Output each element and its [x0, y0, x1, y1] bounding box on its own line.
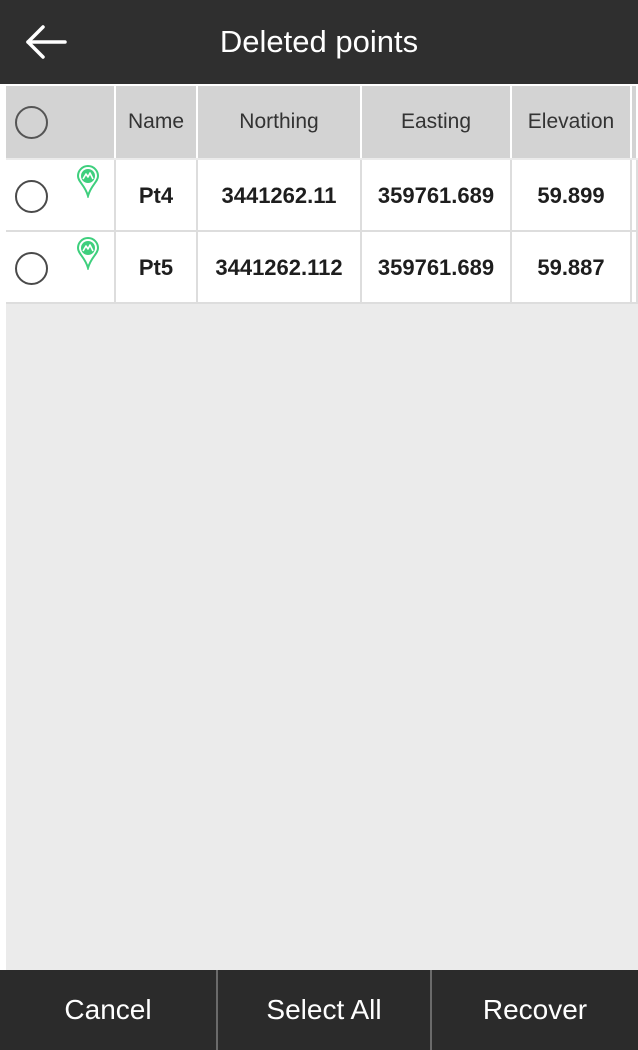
cell-overflow — [632, 232, 638, 304]
table-header-row: Name Northing Easting Elevation — [6, 86, 638, 158]
back-button[interactable] — [0, 0, 92, 84]
row-divider — [6, 302, 638, 304]
column-header-overflow — [632, 86, 638, 158]
cell-elevation: 59.887 — [512, 232, 632, 304]
row-select-radio[interactable] — [15, 179, 48, 213]
cell-easting: 359761.689 — [362, 232, 512, 304]
row-select-cell — [6, 160, 116, 232]
table-row[interactable]: Pt5 3441262.112 359761.689 59.887 — [6, 232, 638, 304]
column-header-name[interactable]: Name — [116, 86, 198, 158]
column-header-easting[interactable]: Easting — [362, 86, 512, 158]
select-all-radio[interactable] — [15, 105, 48, 139]
column-header-northing[interactable]: Northing — [198, 86, 362, 158]
row-select-cell — [6, 232, 116, 304]
points-table: Name Northing Easting Elevation Pt4 3441… — [6, 86, 638, 970]
row-select-radio[interactable] — [15, 251, 48, 285]
cancel-button[interactable]: Cancel — [0, 970, 218, 1050]
column-header-elevation[interactable]: Elevation — [512, 86, 632, 158]
cell-northing: 3441262.112 — [198, 232, 362, 304]
cell-name: Pt5 — [116, 232, 198, 304]
page-title: Deleted points — [219, 24, 419, 59]
bottom-action-bar: Cancel Select All Recover — [0, 970, 638, 1050]
app-header: Deleted points — [0, 0, 638, 84]
point-pin-icon — [76, 164, 100, 198]
recover-button[interactable]: Recover — [432, 970, 638, 1050]
cell-name: Pt4 — [116, 160, 198, 232]
arrow-left-icon — [26, 25, 67, 59]
cell-elevation: 59.899 — [512, 160, 632, 232]
header-select-cell — [6, 86, 116, 158]
cell-northing: 3441262.11 — [198, 160, 362, 232]
table-row[interactable]: Pt4 3441262.11 359761.689 59.899 — [6, 160, 638, 232]
cell-overflow — [632, 160, 638, 232]
point-pin-icon — [76, 236, 100, 270]
select-all-button[interactable]: Select All — [218, 970, 432, 1050]
cell-easting: 359761.689 — [362, 160, 512, 232]
